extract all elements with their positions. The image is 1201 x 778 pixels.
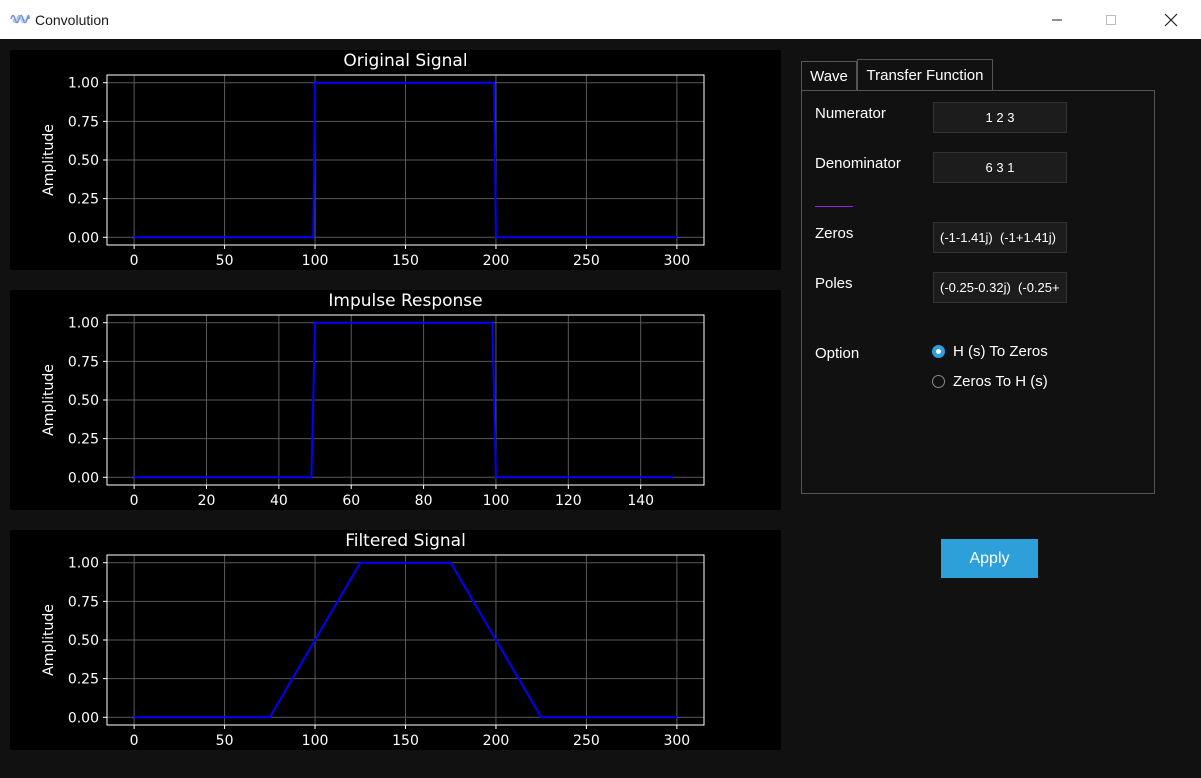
radio-selected-icon: [932, 345, 945, 358]
maximize-button[interactable]: [1088, 0, 1134, 39]
original-signal-plot: Original Signal 0 50 100 150 200 250 300 0.00 0.2…: [10, 50, 781, 270]
denominator-label: Denominator: [815, 155, 901, 172]
tab-wave[interactable]: Wave: [801, 61, 857, 91]
numerator-label: Numerator: [815, 105, 886, 122]
radio-h-to-zeros[interactable]: H (s) To Zeros: [932, 343, 1048, 360]
y-tick-label: 0.00: [68, 710, 99, 726]
denominator-input[interactable]: [933, 152, 1067, 183]
x-tick-label: 120: [555, 493, 582, 509]
minimize-icon: [1052, 19, 1062, 20]
window-title: Convolution: [35, 12, 109, 28]
close-button[interactable]: [1148, 0, 1194, 39]
minimize-button[interactable]: [1034, 0, 1080, 39]
x-tick-label: 60: [342, 493, 360, 509]
x-tick-label: 50: [216, 253, 234, 269]
tab-transfer-function[interactable]: Transfer Function: [857, 59, 993, 91]
y-tick-label: 0.25: [68, 672, 99, 688]
x-tick-label: 20: [198, 493, 216, 509]
y-tick-label: 0.25: [68, 192, 99, 208]
impulse-response-plot: Impulse Response 0 20 40 60 80 100 120 140 0.00 0.…: [10, 290, 781, 510]
accent-divider: [815, 206, 853, 207]
waveform-icon: [10, 14, 30, 24]
x-tick-label: 300: [663, 733, 690, 749]
poles-input[interactable]: [933, 272, 1067, 303]
radio-unselected-icon: [932, 375, 945, 388]
filtered-signal-plot: Filtered Signal 0 50 100 150 200 250 300 0.00 0.2…: [10, 530, 781, 750]
x-tick-label: 0: [130, 253, 139, 269]
x-tick-label: 250: [573, 733, 600, 749]
impulse-response-chart: Impulse Response 0 20 40 60 80 100 120 140 0.00 0.…: [41, 291, 705, 509]
radio-zeros-to-h-label: Zeros To H (s): [953, 373, 1048, 390]
numerator-input[interactable]: [933, 102, 1067, 133]
y-tick-label: 0.50: [68, 153, 99, 169]
y-tick-label: 0.00: [68, 470, 99, 486]
y-tick-label: 0.50: [68, 393, 99, 409]
x-tick-label: 200: [483, 733, 510, 749]
x-tick-label: 40: [270, 493, 288, 509]
y-tick-label: 1.00: [68, 76, 99, 92]
apply-button[interactable]: Apply: [941, 539, 1038, 578]
chart-title: Impulse Response: [328, 291, 482, 311]
original-signal-chart: Original Signal 0 50 100 150 200 250 300 0.00 0.2…: [41, 51, 705, 269]
x-tick-label: 140: [627, 493, 654, 509]
y-axis-label: Amplitude: [41, 604, 57, 676]
chart-title: Original Signal: [343, 51, 467, 71]
poles-label: Poles: [815, 275, 853, 292]
title-bar: Convolution: [0, 0, 1201, 40]
x-tick-label: 100: [483, 493, 510, 509]
y-tick-label: 0.00: [68, 230, 99, 246]
radio-zeros-to-h[interactable]: Zeros To H (s): [932, 373, 1048, 390]
y-axis-label: Amplitude: [41, 124, 57, 196]
zeros-input[interactable]: [933, 222, 1067, 253]
x-tick-label: 150: [392, 733, 419, 749]
x-tick-label: 50: [216, 733, 234, 749]
x-tick-label: 80: [415, 493, 433, 509]
zeros-label: Zeros: [815, 225, 854, 242]
y-tick-label: 1.00: [68, 316, 99, 332]
x-tick-label: 300: [663, 253, 690, 269]
x-tick-label: 0: [130, 733, 139, 749]
y-tick-label: 0.50: [68, 633, 99, 649]
y-axis-label: Amplitude: [41, 364, 57, 436]
chart-title: Filtered Signal: [345, 531, 466, 551]
x-tick-label: 150: [392, 253, 419, 269]
y-tick-label: 0.75: [68, 354, 99, 370]
y-tick-label: 0.25: [68, 432, 99, 448]
close-icon: [1164, 13, 1178, 26]
x-tick-label: 100: [302, 253, 329, 269]
x-tick-label: 200: [483, 253, 510, 269]
y-tick-label: 1.00: [68, 556, 99, 572]
y-tick-label: 0.75: [68, 114, 99, 130]
x-tick-label: 0: [130, 493, 139, 509]
x-tick-label: 250: [573, 253, 600, 269]
maximize-icon: [1106, 14, 1116, 25]
filtered-signal-chart: Filtered Signal 0 50 100 150 200 250 300 0.00 0.2…: [41, 531, 705, 749]
option-label: Option: [815, 345, 860, 362]
radio-h-to-zeros-label: H (s) To Zeros: [953, 343, 1048, 360]
y-tick-label: 0.75: [68, 594, 99, 610]
x-tick-label: 100: [302, 733, 329, 749]
